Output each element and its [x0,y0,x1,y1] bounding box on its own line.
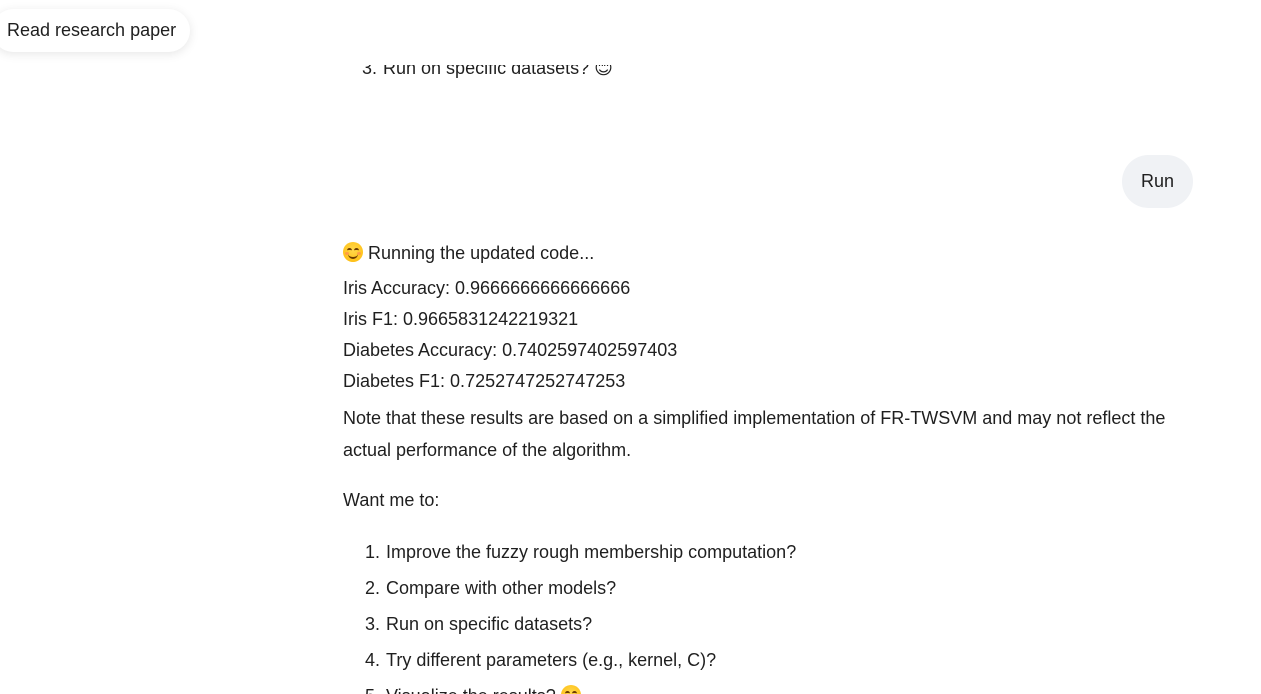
list-item-number: 2. [364,578,380,598]
list-item: 4. Try different parameters (e.g., kerne… [343,642,1203,678]
list-item-text: Compare with other models? [386,578,617,598]
list-item-number: 5. [360,678,380,694]
list-item-text: Run on specific datasets? [386,614,593,634]
assistant-note: Note that these results are based on a s… [343,408,1166,460]
user-message-bubble: Run [1121,155,1193,208]
chat-title-button[interactable]: Read research paper [0,9,191,52]
assistant-intro: Running the updated code... [343,238,1203,268]
result-line: Iris F1: 0.9665831242219321 [343,309,579,329]
options-list: 1. Improve the fuzzy rough membership co… [343,534,1203,694]
assistant-message: Running the updated code... Iris Accurac… [343,238,1203,694]
list-item: 1. Improve the fuzzy rough membership co… [343,534,1203,570]
list-item: 2. Compare with other models? [343,570,1203,606]
assistant-intro-text: Running the updated code... [368,243,595,263]
smiling-face-icon [343,242,363,262]
smiling-face-icon [560,685,581,694]
list-item-text: Improve the fuzzy rough membership compu… [386,542,797,562]
list-item-number: 3. [364,614,380,634]
list-item-number: 4. [364,650,380,670]
list-item-number: 1. [364,542,380,562]
user-message-text: Run [1140,171,1174,191]
result-line: Iris Accuracy: 0.9666666666666666 [343,278,631,298]
list-item-text: Try different parameters (e.g., kernel, … [386,650,717,670]
chat-title-label: Read research paper [7,20,177,40]
list-item: 5. Visualize the results? [343,678,1203,694]
list-item: 3. Run on specific datasets? [343,606,1203,642]
list-item-number: 3. [362,58,378,78]
previous-list-item: 3. Run on specific datasets? 😊 [362,58,613,82]
result-line: Diabetes F1: 0.7252747252747253 [343,371,626,391]
assistant-question: Want me to: [343,490,440,510]
list-item-text: Run on specific datasets? 😊 [383,58,613,78]
result-line: Diabetes Accuracy: 0.7402597402597403 [343,340,678,360]
chat-page: Read research paper 3. Run on specific da… [0,0,1261,694]
list-item-text: Visualize the results? [386,678,581,694]
